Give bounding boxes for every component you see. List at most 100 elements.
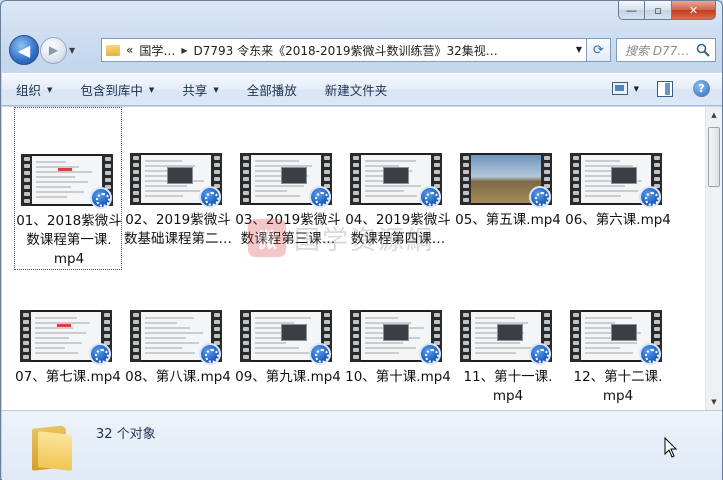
file-item[interactable]: 09、第九课.mp4 [234, 264, 342, 427]
maximize-button[interactable]: ▫ [645, 1, 672, 20]
mouse-cursor-icon [664, 437, 678, 458]
share-label: 共享 [182, 83, 208, 98]
minimize-button[interactable]: — [618, 1, 645, 20]
forward-button[interactable]: ▶ [40, 36, 67, 64]
media-player-icon [309, 343, 331, 365]
scroll-down-icon[interactable]: ▼ [706, 394, 722, 410]
file-name: 03、2019紫微斗 数课程第三课… [235, 212, 341, 247]
media-player-icon [199, 186, 221, 208]
new-folder-button[interactable]: 新建文件夹 [325, 80, 388, 99]
video-thumbnail [570, 153, 662, 208]
include-library-label: 包含到库中 [80, 83, 143, 98]
close-button[interactable]: ✕ [672, 1, 716, 20]
file-name: 11、第十一课. mp4 [463, 369, 553, 404]
film-strip [350, 153, 361, 205]
breadcrumb-overflow[interactable]: « [126, 43, 133, 57]
back-button[interactable]: ◀ [9, 35, 39, 65]
file-item[interactable]: 01、2018紫微斗 数课程第一课. mp4 [14, 107, 122, 270]
vertical-scrollbar[interactable]: ▲ ▼ [705, 107, 722, 410]
media-player-icon [639, 186, 661, 208]
scroll-thumb[interactable] [708, 127, 720, 187]
chevron-right-icon[interactable]: ▶ [181, 46, 187, 55]
media-player-icon [529, 343, 551, 365]
back-arrow-icon: ◀ [17, 40, 31, 60]
film-strip [240, 153, 251, 205]
organize-menu[interactable]: 组织 ▼ [16, 80, 52, 99]
file-name: 06、第六课.mp4 [565, 212, 671, 228]
file-item[interactable]: 07、第七课.mp4 [14, 264, 122, 427]
video-thumbnail [240, 310, 332, 365]
help-icon[interactable]: ? [693, 80, 710, 97]
file-name: 04、2019紫微斗 数课程第四课… [345, 212, 451, 247]
share-menu[interactable]: 共享 ▼ [182, 80, 218, 99]
organize-label: 组织 [16, 83, 42, 98]
folder-icon [32, 423, 72, 471]
forward-arrow-icon: ▶ [48, 43, 59, 57]
file-name: 08、第八课.mp4 [125, 369, 231, 385]
file-item[interactable]: 05、第五课.mp4 [454, 107, 562, 270]
film-strip [350, 310, 361, 362]
caret-down-icon: ▼ [148, 85, 155, 94]
file-item[interactable]: 02、2019紫微斗 数基础课程第二… [124, 107, 232, 270]
film-strip [240, 310, 251, 362]
search-icon [696, 43, 710, 57]
caret-down-icon: ▼ [213, 85, 219, 94]
film-strip [460, 310, 471, 362]
view-options-dropdown[interactable]: ▼ [634, 85, 639, 93]
change-view-icon[interactable] [611, 82, 628, 95]
item-count: 32 个对象 [96, 427, 156, 442]
search-input[interactable]: 搜索 D77… [616, 38, 716, 62]
media-player-icon [639, 343, 661, 365]
media-player-icon [419, 186, 441, 208]
file-name: 01、2018紫微斗 数课程第一课. mp4 [16, 213, 122, 267]
new-folder-label: 新建文件夹 [324, 83, 388, 98]
play-all-label: 全部播放 [246, 83, 297, 98]
caption-buttons: — ▫ ✕ [618, 1, 716, 20]
breadcrumb-item[interactable]: D7793 令东来《2018-2019紫微斗数训练营》32集视… [194, 42, 498, 59]
search-placeholder: 搜索 D77… [625, 43, 690, 58]
refresh-button[interactable]: ⟳ [587, 38, 611, 62]
video-thumbnail [350, 310, 442, 365]
toolbar-right-group: ▼ ? [611, 80, 710, 97]
breadcrumb-item[interactable]: 国学… [139, 42, 175, 59]
film-strip [21, 154, 32, 206]
file-name: 12、第十二课. mp4 [573, 369, 663, 404]
file-item[interactable]: 11、第十一课. mp4 [454, 264, 562, 427]
video-thumbnail [460, 153, 552, 208]
file-item[interactable]: 10、第十课.mp4 [344, 264, 452, 427]
film-strip [20, 310, 31, 362]
include-library-menu[interactable]: 包含到库中 ▼ [80, 80, 154, 99]
recent-pages-dropdown[interactable]: ▼ [69, 46, 79, 55]
file-list-area[interactable]: 01、2018紫微斗 数课程第一课. mp4 02、2019紫微斗 数基础课程第二… [2, 107, 722, 410]
file-item[interactable]: 04、2019紫微斗 数课程第四课… [344, 107, 452, 270]
play-all-button[interactable]: 全部播放 [247, 80, 297, 99]
refresh-icon: ⟳ [593, 42, 604, 58]
navigation-bar: ◀ ▶ ▼ « 国学… ▶ D7793 令东来《2018-2019紫微斗数训练营… [9, 33, 716, 67]
film-strip [570, 310, 581, 362]
film-strip [460, 153, 471, 205]
media-player-icon [309, 186, 331, 208]
address-bar[interactable]: « 国学… ▶ D7793 令东来《2018-2019紫微斗数训练营》32集视…… [101, 38, 587, 62]
file-name: 05、第五课.mp4 [455, 212, 561, 228]
file-name: 07、第七课.mp4 [15, 369, 121, 385]
details-pane: 32 个对象 [2, 410, 722, 480]
caret-down-icon: ▼ [47, 85, 53, 94]
media-player-icon [199, 343, 221, 365]
film-strip [130, 153, 141, 205]
file-item[interactable]: 12、第十二课. mp4 [564, 264, 672, 427]
file-name: 10、第十课.mp4 [345, 369, 451, 385]
video-thumbnail [130, 153, 222, 208]
film-strip [570, 153, 581, 205]
video-thumbnail [350, 153, 442, 208]
scroll-up-icon[interactable]: ▲ [706, 107, 722, 123]
chevron-down-icon[interactable]: ▼ [576, 45, 582, 54]
file-item[interactable]: 03、2019紫微斗 数课程第三课… [234, 107, 342, 270]
video-thumbnail [20, 310, 112, 365]
preview-pane-icon[interactable] [657, 80, 673, 97]
file-item[interactable]: 06、第六课.mp4 [564, 107, 672, 270]
video-thumbnail [240, 153, 332, 208]
media-player-icon [89, 343, 111, 365]
file-name: 02、2019紫微斗 数基础课程第二… [124, 212, 232, 247]
file-item[interactable]: 08、第八课.mp4 [124, 264, 232, 427]
video-thumbnail [460, 310, 552, 365]
